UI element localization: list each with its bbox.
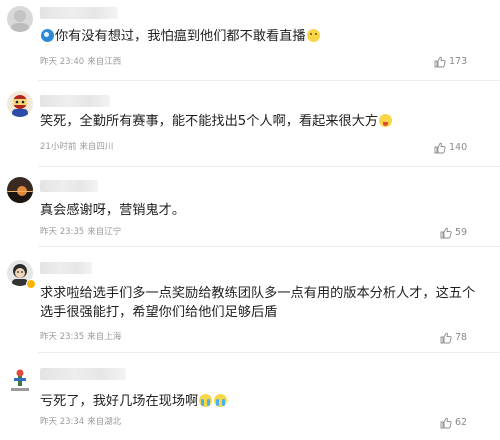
username-redacted[interactable]: [40, 7, 118, 19]
comment-meta: 昨天 23:35 来自辽宁: [40, 227, 124, 238]
comment-location: 来自上海: [87, 332, 122, 342]
thumbs-up-icon: [440, 417, 452, 429]
crying-emoji: [214, 394, 228, 407]
comment-feed: 你有没有想过，我怕瘟到他们都不敢看直播 昨天 23:40 来自江西 173 笑死，…: [0, 0, 500, 440]
like-count: 62: [455, 417, 468, 428]
verified-badge: [26, 279, 36, 289]
divider: [38, 80, 500, 81]
comment-location: 来自江西: [87, 57, 122, 67]
comment-body: 笑死，全勤所有赛事，能不能找出5个人啊，看起来很大方: [40, 114, 379, 129]
thumbs-up-icon: [440, 332, 452, 344]
user-avatar[interactable]: [7, 91, 33, 117]
comment-item: 笑死，全勤所有赛事，能不能找出5个人啊，看起来很大方 21小时前 来自四川 140: [0, 82, 500, 168]
like-count: 173: [449, 56, 468, 67]
like-count: 78: [455, 332, 468, 343]
comment-time: 昨天 23:35: [40, 332, 85, 342]
comment-text: 求求啦给选手们多一点奖励给教练团队多一点有用的版本分析人才，这五个 选手很强能打…: [40, 284, 492, 322]
comment-item: 亏死了，我好几场在现场啊 昨天 23:34 来自湖北 62: [0, 354, 500, 440]
tongue-out-emoji: [379, 114, 393, 127]
comment-body: 真会感谢呀，营销鬼才。: [40, 203, 186, 218]
like-button[interactable]: 59: [440, 227, 467, 239]
like-button[interactable]: 62: [440, 417, 467, 429]
comment-text: 亏死了，我好几场在现场啊: [40, 392, 492, 411]
thumbs-up-icon: [440, 227, 452, 239]
thumbs-up-icon: [434, 56, 446, 68]
username-redacted[interactable]: [40, 262, 92, 274]
comment-location: 来自辽宁: [87, 227, 122, 237]
username-redacted[interactable]: [40, 368, 126, 380]
comment-body: 你有没有想过，我怕瘟到他们都不敢看直播: [55, 29, 306, 44]
comment-time: 昨天 23:34: [40, 417, 85, 427]
like-count: 140: [449, 142, 468, 153]
smile-emoji: [306, 29, 320, 42]
thumbs-up-icon: [434, 142, 446, 154]
comment-item: 你有没有想过，我怕瘟到他们都不敢看直播 昨天 23:40 来自江西 173: [0, 0, 500, 82]
comment-item: 求求啦给选手们多一点奖励给教练团队多一点有用的版本分析人才，这五个 选手很强能打…: [0, 248, 500, 354]
comment-body: 亏死了，我好几场在现场啊: [40, 394, 199, 409]
user-avatar[interactable]: [7, 367, 33, 393]
comment-location: 来自湖北: [87, 417, 122, 427]
user-avatar[interactable]: [7, 6, 33, 32]
comment-location: 来自四川: [79, 142, 114, 152]
comment-text: 真会感谢呀，营销鬼才。: [40, 201, 492, 220]
divider: [38, 166, 500, 167]
divider: [38, 352, 500, 353]
comment-body-line-2: 选手很强能打，希望你们给他们足够后盾: [40, 305, 278, 320]
comment-item: 真会感谢呀，营销鬼才。 昨天 23:35 来自辽宁 59: [0, 168, 500, 248]
user-avatar[interactable]: [7, 177, 33, 203]
username-redacted[interactable]: [40, 180, 98, 192]
like-button[interactable]: 140: [434, 142, 467, 154]
comment-meta: 昨天 23:40 来自江西: [40, 57, 124, 68]
username-redacted[interactable]: [40, 95, 110, 107]
comment-meta: 昨天 23:35 来自上海: [40, 332, 124, 343]
divider: [38, 246, 500, 247]
comment-time: 21小时前: [40, 142, 77, 152]
comment-text: 你有没有想过，我怕瘟到他们都不敢看直播: [40, 27, 492, 46]
comment-text: 笑死，全勤所有赛事，能不能找出5个人啊，看起来很大方: [40, 112, 492, 131]
comment-time: 昨天 23:40: [40, 57, 85, 67]
comment-time: 昨天 23:35: [40, 227, 85, 237]
like-count: 59: [455, 227, 468, 238]
blue-snail-emoji: [41, 29, 54, 42]
comment-body-line-1: 求求啦给选手们多一点奖励给教练团队多一点有用的版本分析人才，这五个: [40, 286, 476, 301]
like-button[interactable]: 173: [434, 56, 467, 68]
comment-meta: 昨天 23:34 来自湖北: [40, 417, 124, 428]
comment-meta: 21小时前 来自四川: [40, 142, 116, 153]
crying-emoji: [199, 394, 213, 407]
like-button[interactable]: 78: [440, 332, 467, 344]
